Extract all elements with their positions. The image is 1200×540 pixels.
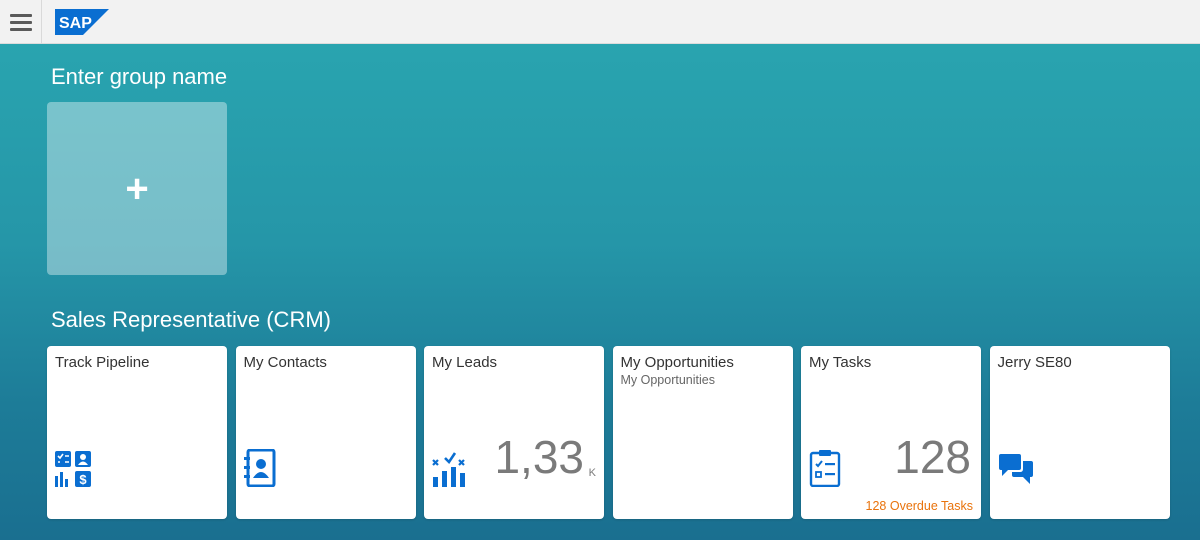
group-title-sales-representative: Sales Representative (CRM) <box>51 307 331 332</box>
pipeline-icon: $ <box>55 451 91 487</box>
task-clipboard-icon <box>809 450 841 487</box>
menu-button[interactable] <box>0 0 42 44</box>
tile-kpi-number: 128 <box>894 431 971 483</box>
add-tile-button[interactable]: + <box>47 102 227 275</box>
svg-text:SAP: SAP <box>59 15 92 32</box>
tile-title: My Leads <box>432 354 498 371</box>
tile-track-pipeline[interactable]: Track Pipeline $ <box>47 346 227 519</box>
tile-title: My Opportunities <box>620 354 734 371</box>
plus-icon: + <box>125 166 149 211</box>
leads-icon <box>432 452 465 487</box>
tile-kpi-unit: K <box>588 467 596 479</box>
tile-container: Track Pipeline $ My Contacts My Leads 1,… <box>47 346 1170 519</box>
tile-kpi-number: 1,33 <box>494 431 584 483</box>
tile-jerry-se80[interactable]: Jerry SE80 <box>989 346 1170 519</box>
tile-my-leads[interactable]: My Leads 1,33 K <box>424 346 604 519</box>
tile-info-overdue: 128 Overdue Tasks <box>865 499 973 513</box>
tile-my-contacts[interactable]: My Contacts <box>235 346 416 519</box>
tile-subtitle: My Opportunities <box>620 373 715 387</box>
sap-logo[interactable]: SAP <box>55 9 109 35</box>
shell-bar: SAP <box>0 0 1200 44</box>
tile-title: Track Pipeline <box>55 354 150 371</box>
tile-title: My Tasks <box>809 354 872 371</box>
tile-my-tasks[interactable]: My Tasks 128 128 Overdue Tasks <box>801 346 981 519</box>
tile-title: Jerry SE80 <box>997 354 1072 371</box>
tile-my-opportunities[interactable]: My Opportunities My Opportunities <box>612 346 793 519</box>
svg-text:$: $ <box>79 472 87 487</box>
group-title-new[interactable]: Enter group name <box>51 64 227 90</box>
address-book-icon <box>243 449 275 487</box>
hamburger-icon <box>9 13 32 17</box>
tile-title: My Contacts <box>243 354 327 371</box>
chat-bubbles-icon <box>998 454 1033 484</box>
